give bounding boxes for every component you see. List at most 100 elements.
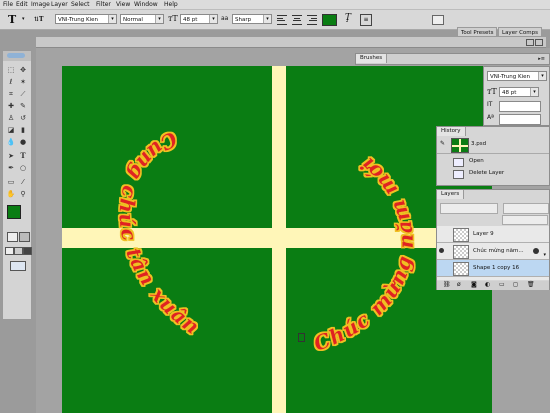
menu-image[interactable]: Image [31, 1, 50, 8]
text-cursor-icon [298, 333, 305, 342]
opacity-input[interactable] [503, 203, 549, 214]
antialias-icon: aa [221, 15, 229, 22]
history-item-open[interactable]: Open [437, 156, 549, 167]
font-style-select[interactable]: Normal ▾ [120, 14, 164, 24]
add-style-icon[interactable]: ø [457, 281, 461, 288]
path-selection-tool-icon[interactable]: ➤ [6, 151, 16, 161]
font-size-select[interactable]: 48 pt ▾ [180, 14, 218, 24]
font-style-value: Normal [123, 17, 143, 23]
layer-thumbnail [453, 245, 469, 259]
menu-select[interactable]: Select [71, 1, 90, 8]
link-icon[interactable]: ⛓ [443, 281, 451, 288]
eraser-tool-icon[interactable]: ◪ [6, 125, 16, 135]
warp-text-icon[interactable]: Ţ [345, 13, 351, 23]
dodge-tool-icon[interactable]: ● [18, 137, 28, 147]
menu-file[interactable]: File [3, 1, 13, 8]
eyedropper-tool-icon[interactable]: ⁄ [18, 177, 28, 187]
marquee-tool-icon[interactable]: ⬚ [6, 65, 16, 75]
tab-brushes[interactable]: Brushes [356, 54, 388, 63]
new-group-icon[interactable]: ▭ [499, 281, 505, 288]
font-family-select[interactable]: VNI-Trung Kien ▾ [55, 14, 117, 24]
move-tool-icon[interactable]: ✥ [18, 65, 28, 75]
text-orientation-icon[interactable]: ⇅T [34, 16, 44, 23]
left-arc-textpath: Cung chúc tân xuân [114, 127, 203, 339]
text-color-swatch[interactable] [322, 14, 337, 26]
add-mask-icon[interactable]: ◙ [471, 281, 477, 288]
layers-panel: Layers Layer 9 Chúc mừng năm... ▾ Shape … [436, 189, 550, 290]
align-left-icon[interactable] [277, 15, 287, 25]
chevron-down-icon: ▾ [530, 88, 538, 96]
palette-well-icon[interactable] [432, 15, 444, 25]
tool-preset-arrow-icon[interactable]: ▾ [22, 16, 25, 22]
adjustment-layer-icon[interactable]: ◐ [485, 281, 490, 288]
shape-tool-icon[interactable]: ○ [18, 163, 28, 173]
history-brush-tool-icon[interactable]: ↺ [18, 113, 28, 123]
menu-edit[interactable]: Edit [16, 1, 28, 8]
magic-wand-tool-icon[interactable]: ✶ [18, 77, 28, 87]
baseline-shift-input[interactable] [499, 114, 541, 125]
layer-row-selected[interactable]: Shape 1 copy 16 [437, 260, 549, 277]
screen-mode-full-icon[interactable] [23, 247, 32, 255]
history-item-delete-layer[interactable]: Delete Layer [437, 168, 549, 179]
screen-mode-standard-icon[interactable] [5, 247, 14, 255]
tab-layer-comps[interactable]: Layer Comps [498, 27, 543, 37]
foreground-color-swatch[interactable] [7, 205, 21, 219]
menu-filter[interactable]: Filter [96, 1, 111, 8]
clone-stamp-tool-icon[interactable]: ♙ [6, 113, 16, 123]
type-tool-icon[interactable]: T [18, 151, 28, 161]
tab-layers[interactable]: Layers [437, 190, 465, 199]
align-right-icon[interactable] [307, 15, 317, 25]
lasso-tool-icon[interactable]: ℓ [6, 77, 16, 87]
history-item-label: Open [469, 158, 484, 164]
character-font-size-select[interactable]: 48 pt ▾ [499, 87, 539, 97]
menu-window[interactable]: Window [134, 1, 158, 8]
hand-tool-icon[interactable]: ✋ [6, 189, 16, 199]
screen-mode-full-menu-icon[interactable] [14, 247, 23, 255]
panel-menu-icon[interactable]: ▸≡ [538, 56, 545, 62]
layer-style-icon[interactable] [533, 248, 539, 254]
trash-icon[interactable]: 🗑 [527, 281, 535, 288]
blur-tool-icon[interactable]: 💧 [6, 137, 16, 147]
brush-tool-icon[interactable]: ✎ [18, 101, 28, 111]
notes-tool-icon[interactable]: ▭ [6, 177, 16, 187]
history-brush-source-icon[interactable]: ✎ [440, 140, 445, 147]
layer-row[interactable]: Layer 9 [437, 226, 549, 243]
slice-tool-icon[interactable]: ⟋ [18, 89, 28, 99]
standard-mode-icon[interactable] [7, 232, 18, 242]
pen-tool-icon[interactable]: ✒ [6, 163, 16, 173]
crop-tool-icon[interactable]: ⌗ [6, 89, 16, 99]
zoom-tool-icon[interactable]: ⚲ [18, 189, 28, 199]
menu-view[interactable]: View [116, 1, 130, 8]
quick-mask-mode-icon[interactable] [19, 232, 30, 242]
vertical-scale-input[interactable] [499, 101, 541, 112]
history-snapshot-row[interactable]: ✎ 3.psd [437, 137, 549, 154]
align-center-icon[interactable] [292, 15, 302, 25]
tab-tool-presets[interactable]: Tool Presets [457, 27, 498, 37]
image-canvas[interactable]: Cung chúc tân xuân Chúc mừng năm mới [62, 66, 492, 413]
minimize-icon[interactable] [526, 39, 534, 46]
antialias-select[interactable]: Sharp ▾ [232, 14, 272, 24]
menu-help[interactable]: Help [164, 1, 178, 8]
character-font-family-value: VNI-Trung Kien [490, 74, 531, 80]
jump-to-imageready-icon[interactable] [10, 261, 26, 271]
character-font-family-select[interactable]: VNI-Trung Kien ▾ [487, 71, 547, 81]
tab-history[interactable]: History [437, 127, 466, 136]
new-layer-icon[interactable]: ◻ [513, 281, 518, 288]
gradient-tool-icon[interactable]: ▮ [18, 125, 28, 135]
layer-row[interactable]: Chúc mừng năm... ▾ [437, 243, 549, 260]
right-arc-textpath: Chúc mừng năm mới [310, 153, 417, 356]
menu-layer[interactable]: Layer [51, 1, 68, 8]
eye-icon[interactable] [439, 248, 444, 253]
right-arc-text[interactable]: Chúc mừng năm mới [310, 153, 417, 356]
character-panel: VNI-Trung Kien ▾ ᴛT 48 pt ▾ IT Aª [483, 66, 550, 126]
toolbox: ⬚ ✥ ℓ ✶ ⌗ ⟋ ✚ ✎ ♙ ↺ ◪ ▮ 💧 ● ➤ T ✒ ○ ▭ ⁄ … [2, 50, 32, 320]
blend-mode-select[interactable] [440, 203, 498, 214]
character-panel-icon[interactable]: ≡ [360, 14, 372, 26]
type-tool-icon[interactable]: T [8, 13, 16, 26]
healing-brush-tool-icon[interactable]: ✚ [6, 101, 16, 111]
left-arc-text[interactable]: Cung chúc tân xuân [114, 127, 203, 339]
close-icon[interactable] [535, 39, 543, 46]
layer-thumbnail [453, 228, 469, 242]
history-item-label: Delete Layer [469, 170, 505, 176]
fill-input[interactable] [502, 215, 548, 225]
